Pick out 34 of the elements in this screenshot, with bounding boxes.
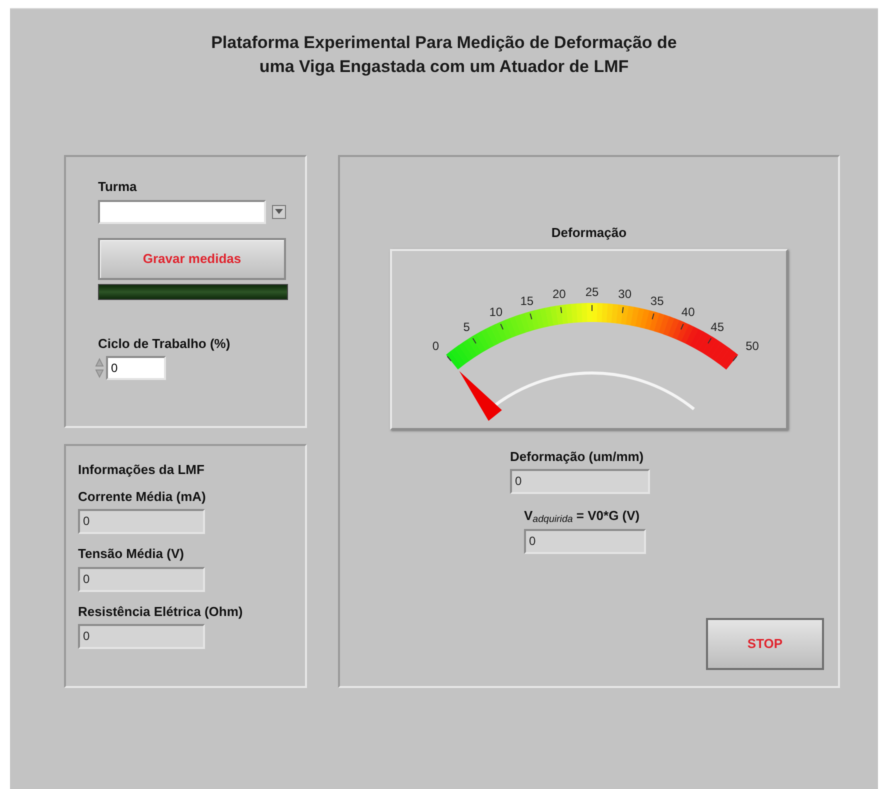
field-label: Tensão Média (V) [78,545,184,563]
combo-box[interactable] [98,200,266,224]
field-label: Turma [98,178,138,196]
indicator-field: 0 [524,528,646,554]
field-label: Resistência Elétrica (Ohm) [78,602,243,621]
scale-label: 20 [552,286,566,301]
field-label: Deformação (um/mm) [510,448,644,466]
scale-label: 5 [463,320,470,334]
field-label: Corrente Média (mA) [78,488,206,506]
panel-title: Informações da LMF [78,461,204,479]
scale-label: 30 [618,286,632,301]
stop-button[interactable]: STOP [706,618,824,670]
scale-label: 35 [650,293,664,308]
title-line: Plataforma Experimental Para Medição de Deformação de [211,32,677,54]
scale-label: 10 [489,304,503,318]
scale-label: 25 [585,284,599,298]
field-label: V$_{adquirida}$ = V0*G (V) [524,507,640,526]
indicator-field: 0 [78,566,205,592]
scale-label: 15 [520,293,534,308]
caret-icon [275,209,283,214]
scale-label: 50 [746,338,759,352]
spinner-control[interactable] [94,356,105,380]
indicator-field: 0 [78,509,205,534]
field-label: Ciclo de Trabalho (%) [98,334,232,353]
record-button[interactable]: Gravar medidas [98,238,286,280]
gauge-title: Deformação [551,224,627,242]
title-line: uma Viga Engastada com um Atuador de LMF [259,56,629,78]
scale-label: 0 [432,338,440,352]
numeric-field[interactable]: 0 [106,356,166,380]
scale-label: 45 [710,320,724,334]
indicator-field: 0 [510,469,650,494]
dropdown-button[interactable] [272,204,286,218]
scale-label: 40 [681,304,695,318]
indicator-field: 0 [78,624,205,649]
